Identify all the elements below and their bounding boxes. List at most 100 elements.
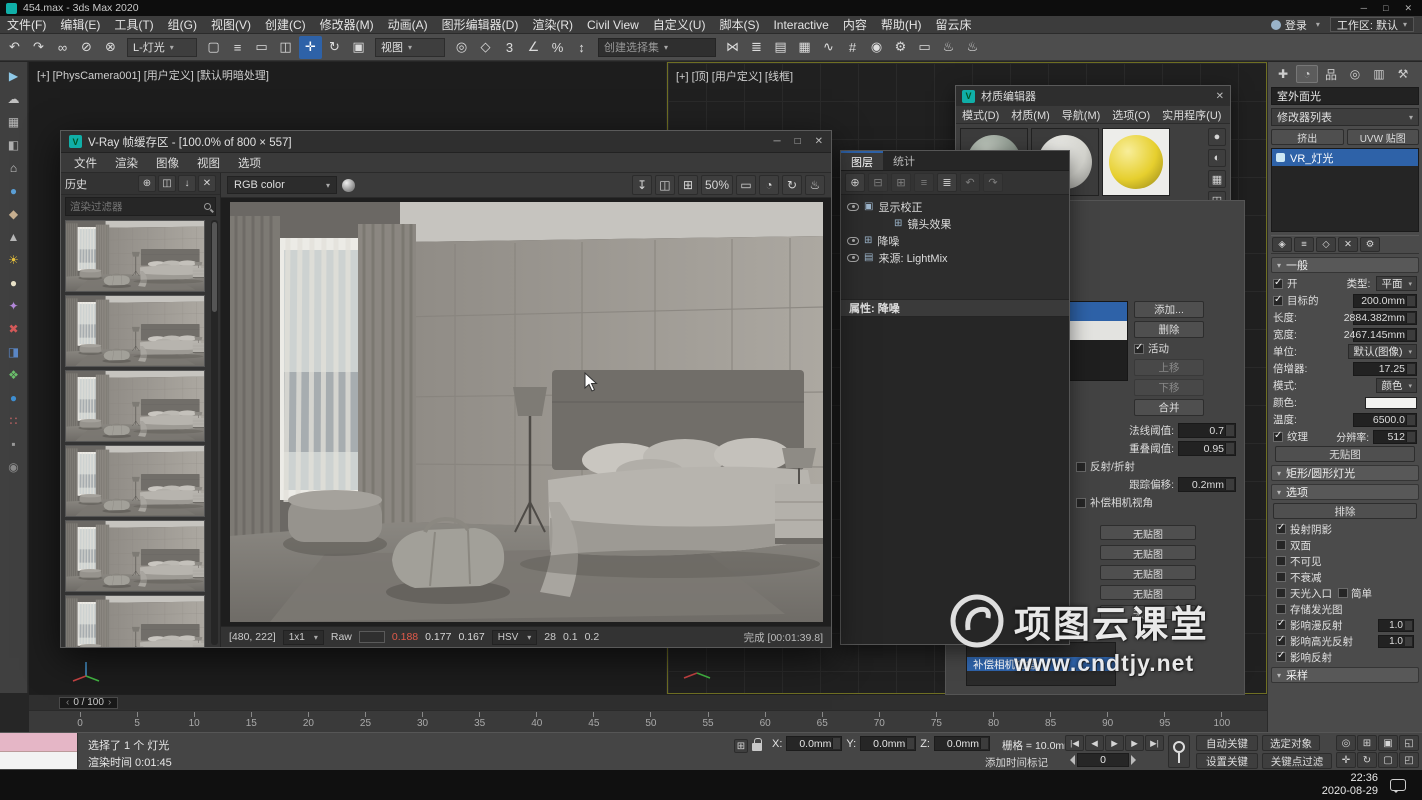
render-image[interactable]	[221, 198, 831, 626]
render-last-icon[interactable]: ♨	[805, 175, 825, 195]
material-editor-icon[interactable]: ◉	[865, 36, 888, 59]
vfb-menu-item[interactable]: 图像	[147, 155, 188, 171]
backlight-icon[interactable]: ◐	[1208, 149, 1226, 167]
zoom-region-icon[interactable]: ◱	[1399, 735, 1419, 751]
menu-item[interactable]: 编辑(E)	[53, 16, 107, 33]
curve-editor-icon[interactable]: ∿	[817, 36, 840, 59]
set-key-button[interactable]: 设置关键点	[1196, 753, 1258, 769]
vfb-menu-item[interactable]: 渲染	[106, 155, 147, 171]
align-icon[interactable]: ≣	[745, 36, 768, 59]
menu-item[interactable]: 创建(C)	[258, 16, 313, 33]
select-link-icon[interactable]: ∞	[51, 36, 74, 59]
tool-icon[interactable]: ∷	[4, 412, 24, 430]
option-row[interactable]: 存储发光图	[1273, 602, 1417, 616]
x-coordinate-field[interactable]: 0.0mm	[786, 736, 842, 751]
vfb-minimize-button[interactable]: ─	[773, 136, 780, 147]
option-row[interactable]: 双面	[1273, 538, 1417, 552]
time-slider[interactable]: 0 / 100	[29, 694, 1267, 710]
tab-utilities[interactable]: ⚒	[1392, 65, 1414, 83]
workspace-dropdown[interactable]: 工作区: 默认	[1330, 17, 1414, 32]
tool-icon[interactable]: ▲	[4, 228, 24, 246]
object-name-field[interactable]: 室外面光	[1271, 87, 1419, 105]
current-frame-spinner[interactable]: 0	[1065, 753, 1141, 767]
option-row[interactable]: 投射阴影	[1273, 522, 1417, 536]
bind-spacewarp-icon[interactable]: ⊗	[99, 36, 122, 59]
snap-toggle-3d-icon[interactable]: 3	[498, 36, 521, 59]
sample-type-icon[interactable]: ●	[1208, 128, 1226, 146]
go-to-end-button[interactable]: ▶|	[1145, 735, 1164, 751]
history-thumbnail[interactable]	[65, 295, 205, 367]
selected-filter-dropdown[interactable]: 选定对象	[1262, 735, 1320, 751]
tool-icon[interactable]: ▪	[4, 435, 24, 453]
history-search-input[interactable]	[70, 201, 200, 213]
targeted-checkbox[interactable]: 目标的	[1273, 293, 1319, 308]
normal-threshold-spinner[interactable]: 0.7	[1178, 423, 1236, 438]
texture-map-button[interactable]: 无贴图	[1275, 446, 1415, 462]
menu-item[interactable]: 修改器(M)	[313, 16, 381, 33]
material-editor-menu-item[interactable]: 材质(M)	[1005, 107, 1056, 123]
visibility-eye-icon[interactable]	[847, 237, 859, 245]
no-map-button[interactable]: 无贴图	[1100, 565, 1196, 580]
option-value-spinner[interactable]: 1.0	[1378, 635, 1414, 648]
tab-stats[interactable]: 统计	[883, 151, 925, 170]
zoom-icon[interactable]: ◎	[1336, 735, 1356, 751]
configure-modifier-sets-icon[interactable]: ⚙	[1360, 237, 1380, 252]
tab-modify[interactable]: ◔	[1296, 65, 1318, 83]
angle-snap-icon[interactable]: ∠	[522, 36, 545, 59]
layer-manager-icon[interactable]: ▤	[769, 36, 792, 59]
rendered-frame-icon[interactable]: ▭	[913, 36, 936, 59]
tool-icon[interactable]: ◉	[4, 458, 24, 476]
window-crossing-icon[interactable]: ◫	[274, 36, 297, 59]
move-icon[interactable]: ✛	[299, 36, 322, 59]
tool-icon[interactable]: ◧	[4, 136, 24, 154]
tool-icon[interactable]: ▦	[4, 113, 24, 131]
history-delete-icon[interactable]: ✕	[198, 175, 216, 192]
popup-row-selected[interactable]: 补偿相机视角	[967, 657, 1115, 671]
notification-icon[interactable]	[1390, 779, 1406, 791]
tool-icon[interactable]: ✦	[4, 297, 24, 315]
key-filters-button[interactable]: 关键点过滤器...	[1262, 753, 1332, 769]
move-up-button[interactable]: 上移	[1134, 359, 1204, 376]
menu-item[interactable]: Civil View	[580, 16, 646, 33]
zoom-extents-icon[interactable]: ▣	[1378, 735, 1398, 751]
select-object-icon[interactable]: ▢	[202, 36, 225, 59]
option-row[interactable]: 影响高光反射 1.0	[1273, 634, 1417, 648]
rotate-icon[interactable]: ↻	[323, 36, 346, 59]
modifier-list-dropdown[interactable]: 修改器列表	[1271, 108, 1419, 126]
select-manipulate-icon[interactable]: ◇	[474, 36, 497, 59]
maxscript-mini-listener[interactable]	[0, 733, 78, 769]
lock-icon[interactable]	[752, 743, 762, 751]
move-down-button[interactable]: 下移	[1134, 379, 1204, 396]
close-icon[interactable]: ✕	[1216, 91, 1224, 102]
menu-item[interactable]: 脚本(S)	[712, 16, 766, 33]
mirror-icon[interactable]: ⋈	[721, 36, 744, 59]
set-keys-button[interactable]	[1168, 735, 1190, 768]
tool-icon[interactable]: ❖	[4, 366, 24, 384]
vfb-maximize-button[interactable]: □	[795, 136, 801, 147]
menu-item[interactable]: 图形编辑器(D)	[435, 16, 526, 33]
raw-label[interactable]: Raw	[331, 631, 352, 643]
duplicate-layer-icon[interactable]: ⊞	[891, 173, 911, 192]
option-row[interactable]: 不衰减	[1273, 570, 1417, 584]
merge-button[interactable]: 合并	[1134, 399, 1204, 416]
remove-layer-icon[interactable]: ⊟	[868, 173, 888, 192]
load-layers-icon[interactable]: ≡	[914, 173, 934, 192]
mode-dropdown[interactable]: 颜色	[1376, 378, 1417, 393]
save-image-icon[interactable]: ↧	[632, 175, 652, 195]
rollout-rectangle-light[interactable]: 矩形/圆形灯光	[1271, 465, 1419, 481]
delete-effect-button[interactable]: 删除	[1134, 321, 1204, 338]
layer-item[interactable]: ⊞ 降噪	[841, 232, 1069, 249]
no-map-button[interactable]: 无贴图	[1100, 525, 1196, 540]
layer-item[interactable]: ▤ 来源: LightMix	[841, 249, 1069, 266]
tool-icon[interactable]: ◨	[4, 343, 24, 361]
copy-to-host-icon[interactable]: ⊞	[678, 175, 698, 195]
modifier-stack[interactable]: VR_灯光	[1271, 148, 1419, 232]
previous-frame-button[interactable]: ◀	[1085, 735, 1104, 751]
light-on-checkbox[interactable]: 开	[1273, 276, 1298, 291]
zoom-all-icon[interactable]: ⊞	[1357, 735, 1377, 751]
selection-filter-dropdown[interactable]: L-灯光	[127, 38, 197, 57]
option-sub-checkbox[interactable]	[1338, 588, 1348, 598]
menu-item[interactable]: 渲染(R)	[525, 16, 580, 33]
material-editor-menu-item[interactable]: 选项(O)	[1106, 107, 1156, 123]
menu-item[interactable]: 帮助(H)	[874, 16, 929, 33]
